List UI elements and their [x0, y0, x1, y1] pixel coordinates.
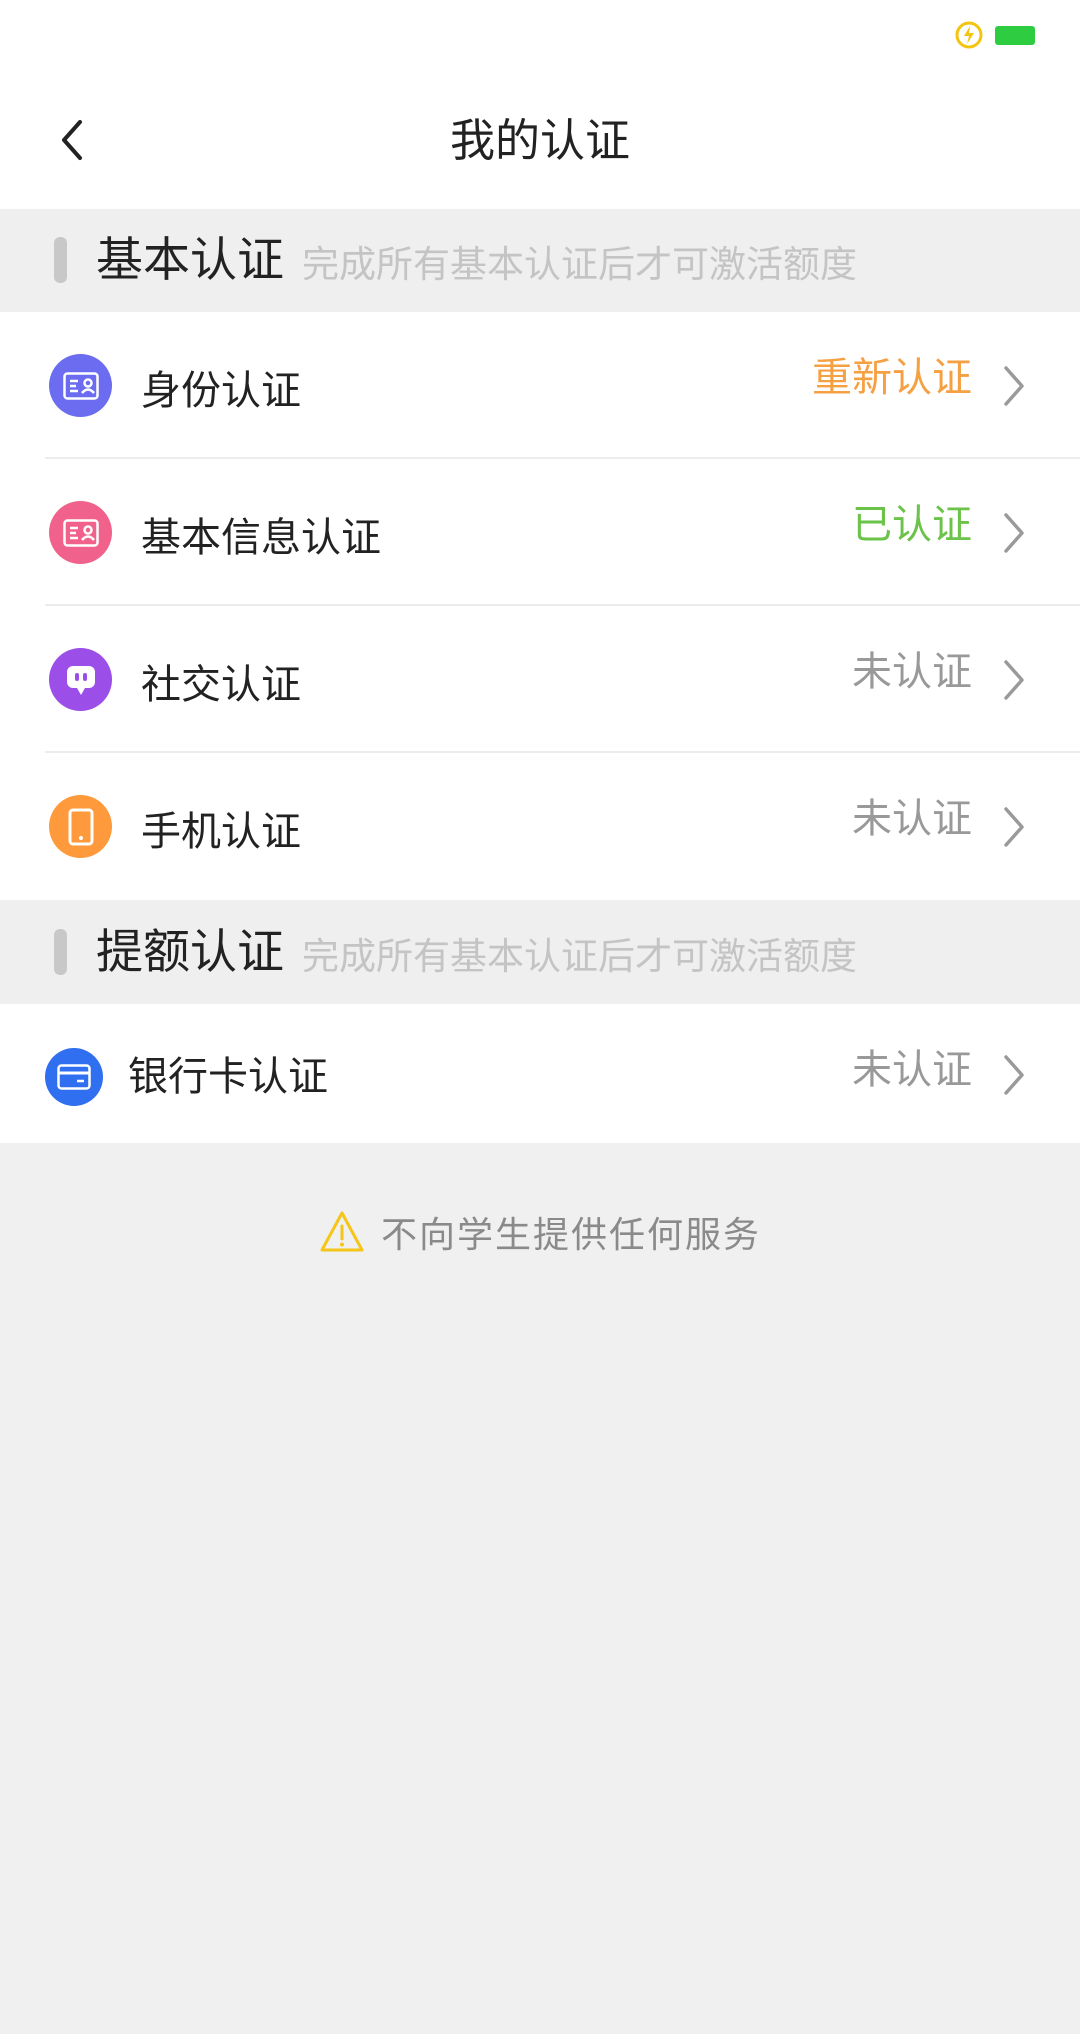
page-title: 我的认证	[449, 114, 630, 167]
status-text: 已认证	[852, 502, 972, 548]
basic-verification-list: 身份认证 重新认证 基本信息认证 已认证 社交认证 未认证 手机认证 未认证	[0, 312, 1080, 900]
row-label: 基本信息认证	[141, 515, 381, 561]
row-label: 社交认证	[141, 662, 301, 708]
list-item-bank-card[interactable]: 银行卡认证 未认证	[0, 1004, 1080, 1143]
row-label: 手机认证	[141, 809, 301, 855]
warning-icon	[320, 1211, 364, 1252]
bank-card-icon	[45, 1048, 103, 1106]
charging-icon	[955, 21, 983, 49]
section-subtitle-basic: 完成所有基本认证后才可激活额度	[302, 243, 857, 286]
list-item-social[interactable]: 社交认证 未认证	[0, 606, 1080, 753]
status-text: 重新认证	[812, 355, 972, 401]
row-label: 银行卡认证	[128, 1054, 328, 1100]
page: 我的认证 基本认证 完成所有基本认证后才可激活额度 身份认证 重新认证 基本信息…	[0, 0, 1080, 2034]
chevron-right-icon	[1004, 660, 1024, 700]
chat-bubble-icon	[49, 648, 112, 711]
section-marker	[54, 237, 67, 283]
notice-text: 不向学生提供任何服务	[380, 1215, 761, 1256]
status-text: 未认证	[852, 1047, 972, 1093]
section-title-limit: 提额认证	[96, 925, 284, 980]
chevron-right-icon	[1004, 807, 1024, 847]
list-item-identity[interactable]: 身份认证 重新认证	[0, 312, 1080, 459]
status-text: 未认证	[852, 796, 972, 842]
limit-verification-list: 银行卡认证 未认证	[0, 1004, 1080, 1143]
row-label: 身份认证	[141, 368, 301, 414]
status-bar	[0, 0, 1080, 72]
list-item-phone[interactable]: 手机认证 未认证	[0, 753, 1080, 900]
phone-icon	[49, 795, 112, 858]
chevron-right-icon	[1004, 366, 1024, 406]
chevron-right-icon	[1004, 1055, 1024, 1095]
section-subtitle-limit: 完成所有基本认证后才可激活额度	[302, 935, 857, 978]
status-text: 未认证	[852, 649, 972, 695]
battery-icon	[995, 26, 1035, 45]
notice: 不向学生提供任何服务	[0, 1202, 1080, 1262]
section-header-limit: 提额认证 完成所有基本认证后才可激活额度	[0, 901, 1080, 1004]
section-marker	[54, 929, 67, 975]
id-card-icon	[49, 354, 112, 417]
id-card-icon	[49, 501, 112, 564]
section-header-basic: 基本认证 完成所有基本认证后才可激活额度	[0, 209, 1080, 312]
section-title-basic: 基本认证	[96, 233, 284, 288]
list-item-basic-info[interactable]: 基本信息认证 已认证	[0, 459, 1080, 606]
nav-header: 我的认证	[0, 72, 1080, 209]
chevron-right-icon	[1004, 513, 1024, 553]
